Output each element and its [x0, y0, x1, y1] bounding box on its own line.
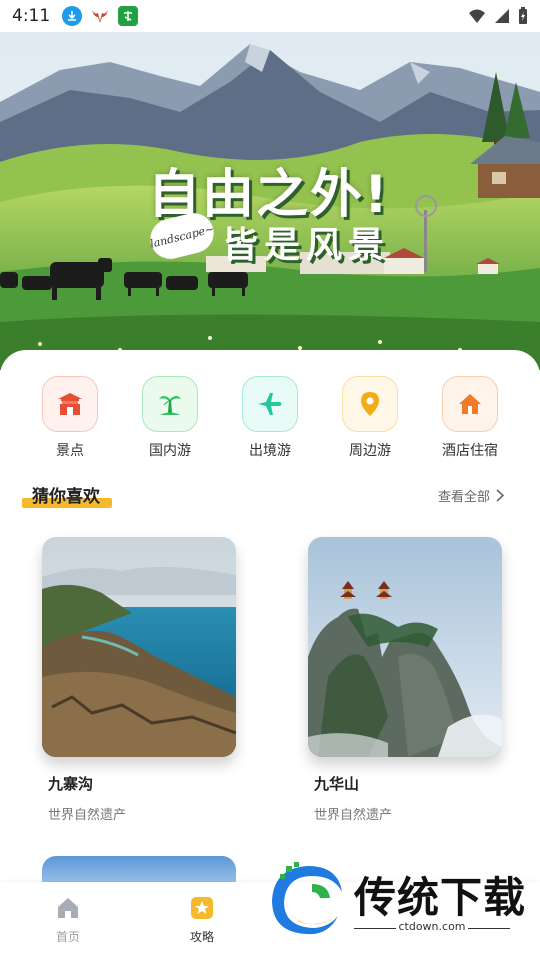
- category-label: 景点: [56, 443, 84, 459]
- card-title: 九华山: [314, 775, 360, 793]
- tomato-app-icon: [118, 6, 139, 26]
- category-outbound-travel[interactable]: 出境游: [230, 376, 310, 460]
- see-all-link[interactable]: 查看全部: [438, 486, 504, 505]
- palm-tree-icon: [159, 396, 181, 415]
- nav-label: 攻略: [189, 930, 214, 944]
- chevron-right-icon: [496, 489, 504, 502]
- wifi-icon: [469, 9, 485, 23]
- house-icon: [459, 394, 481, 414]
- category-scenic-spots[interactable]: 景点: [30, 376, 110, 460]
- watermark-url: ctdown.com: [398, 920, 466, 933]
- location-pin-icon: [361, 392, 379, 416]
- download-icon: [62, 6, 83, 26]
- recommend-card[interactable]: 九华山 世界自然遗产: [308, 537, 502, 823]
- bull-logo-icon: [90, 6, 110, 26]
- category-label: 出境游: [249, 443, 291, 459]
- category-icon-box: [242, 376, 298, 432]
- star-card-icon: [191, 897, 213, 919]
- card-image-mountain: [308, 537, 502, 757]
- category-hotel[interactable]: 酒店住宿: [430, 376, 510, 460]
- watermark-logo-icon: [272, 862, 342, 935]
- category-icon-box: [442, 376, 498, 432]
- recommend-card[interactable]: 九寨沟 世界自然遗产: [42, 537, 236, 823]
- status-bar: 4:11: [0, 0, 540, 32]
- category-nearby-travel[interactable]: 周边游: [330, 376, 410, 460]
- recommend-header: 猜你喜欢 查看全部: [0, 480, 540, 510]
- site-watermark: 传统下载 ctdown.com: [268, 862, 528, 938]
- category-row: 景点 国内游 出境游 周边游 酒店住宿: [0, 376, 540, 460]
- card-image-coast: [42, 537, 236, 757]
- watermark-line-right: [468, 928, 510, 929]
- category-domestic-travel[interactable]: 国内游: [130, 376, 210, 460]
- card-subtitle: 世界自然遗产: [314, 808, 393, 823]
- status-time: 4:11: [12, 6, 51, 26]
- content-panel: 景点 国内游 出境游 周边游 酒店住宿 猜你喜欢 查看全部 九寨沟 世界自然遗产…: [0, 350, 540, 896]
- home-icon: [58, 898, 78, 918]
- category-icon-box: [142, 376, 198, 432]
- hero-banner[interactable]: 自由之外! landscape~ 皆是风景: [0, 32, 540, 370]
- airplane-icon: [258, 393, 282, 415]
- category-label: 周边游: [349, 443, 391, 459]
- card-title: 九寨沟: [48, 775, 94, 793]
- battery-icon: [519, 7, 527, 24]
- hero-title-line2: 皆是风景: [222, 225, 391, 266]
- category-icon-box: [342, 376, 398, 432]
- temple-icon: [58, 393, 82, 415]
- section-title: 猜你喜欢: [32, 487, 100, 507]
- nav-label: 首页: [55, 930, 80, 944]
- nav-home[interactable]: 首页: [38, 896, 98, 945]
- category-label: 酒店住宿: [442, 443, 498, 459]
- see-all-label: 查看全部: [437, 490, 490, 505]
- category-label: 国内游: [149, 443, 191, 459]
- signal-icon: [495, 9, 509, 23]
- card-subtitle: 世界自然遗产: [48, 808, 127, 823]
- watermark-text: 传统下载: [354, 873, 527, 922]
- category-icon-box: [42, 376, 98, 432]
- nav-guide[interactable]: 攻略: [172, 896, 232, 945]
